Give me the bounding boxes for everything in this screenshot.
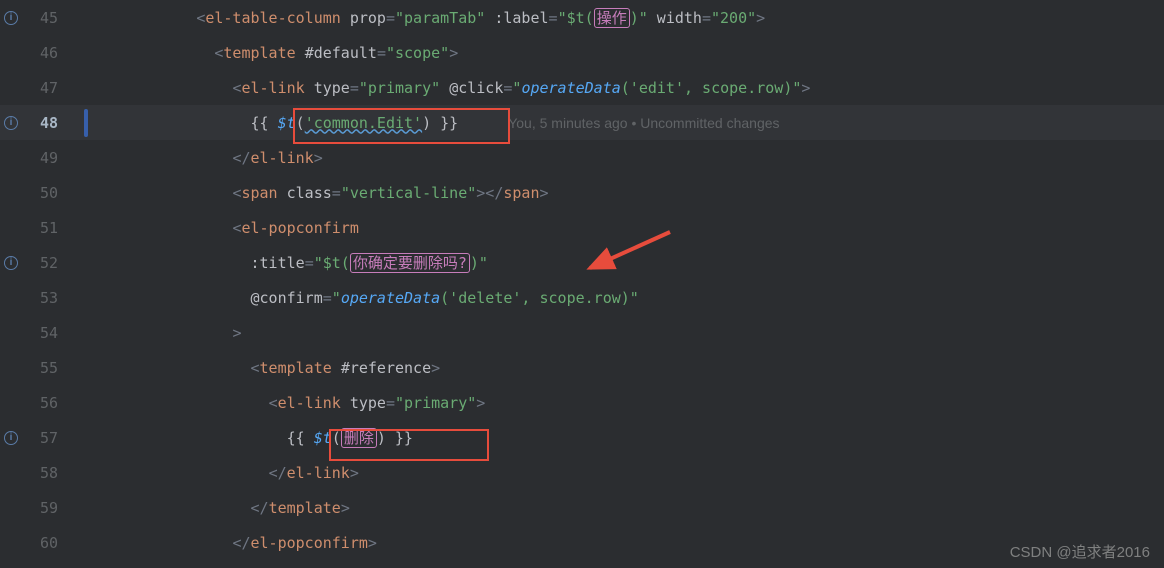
- line-content[interactable]: @confirm="operateData('delete', scope.ro…: [96, 289, 1164, 307]
- line-number[interactable]: 47: [22, 79, 76, 97]
- line-number[interactable]: 56: [22, 394, 76, 412]
- change-marker: [84, 109, 88, 137]
- line-number[interactable]: 48: [22, 114, 76, 132]
- gutter-icon-slot: i: [0, 11, 22, 25]
- line-number[interactable]: 60: [22, 534, 76, 552]
- code-line[interactable]: 54 >: [0, 315, 1164, 350]
- line-content[interactable]: >: [96, 324, 1164, 342]
- line-number[interactable]: 51: [22, 219, 76, 237]
- line-number[interactable]: 52: [22, 254, 76, 272]
- line-content[interactable]: </el-link>: [96, 464, 1164, 482]
- line-number[interactable]: 53: [22, 289, 76, 307]
- gutter-icon-slot: i: [0, 431, 22, 445]
- code-line[interactable]: 55 <template #reference>: [0, 350, 1164, 385]
- line-content[interactable]: {{ $t('common.Edit') }}You, 5 minutes ag…: [96, 114, 1164, 132]
- info-icon[interactable]: i: [4, 116, 18, 130]
- gutter-icon-slot: i: [0, 256, 22, 270]
- line-content[interactable]: <template #default="scope">: [96, 44, 1164, 62]
- line-content[interactable]: </el-link>: [96, 149, 1164, 167]
- code-line[interactable]: 60 </el-popconfirm>: [0, 525, 1164, 560]
- info-icon[interactable]: i: [4, 11, 18, 25]
- code-editor[interactable]: i 45 <el-table-column prop="paramTab" :la…: [0, 0, 1164, 568]
- change-marker-slot: [76, 109, 96, 137]
- watermark: CSDN @追求者2016: [1010, 541, 1150, 562]
- git-blame-annotation[interactable]: You, 5 minutes ago • Uncommitted changes: [458, 115, 779, 131]
- line-number[interactable]: 54: [22, 324, 76, 342]
- code-line[interactable]: 49 </el-link>: [0, 140, 1164, 175]
- line-content[interactable]: <span class="vertical-line"></span>: [96, 184, 1164, 202]
- code-line[interactable]: 56 <el-link type="primary">: [0, 385, 1164, 420]
- info-icon[interactable]: i: [4, 431, 18, 445]
- line-number[interactable]: 57: [22, 429, 76, 447]
- line-number[interactable]: 50: [22, 184, 76, 202]
- code-line[interactable]: 47 <el-link type="primary" @click="opera…: [0, 70, 1164, 105]
- code-line[interactable]: i 57 {{ $t(删除) }}: [0, 420, 1164, 455]
- line-content[interactable]: <el-table-column prop="paramTab" :label=…: [96, 7, 1164, 28]
- code-line[interactable]: i 45 <el-table-column prop="paramTab" :la…: [0, 0, 1164, 35]
- line-content[interactable]: </el-popconfirm>: [96, 534, 1164, 552]
- code-line[interactable]: 59 </template>: [0, 490, 1164, 525]
- line-content[interactable]: <el-popconfirm: [96, 219, 1164, 237]
- line-number[interactable]: 59: [22, 499, 76, 517]
- gutter-icon-slot: i: [0, 116, 22, 130]
- line-content[interactable]: <el-link type="primary" @click="operateD…: [96, 79, 1164, 97]
- code-line[interactable]: 58 </el-link>: [0, 455, 1164, 490]
- code-line[interactable]: i 52 :title="$t(你确定要删除吗?)": [0, 245, 1164, 280]
- line-number[interactable]: 46: [22, 44, 76, 62]
- line-content[interactable]: </template>: [96, 499, 1164, 517]
- code-line[interactable]: 50 <span class="vertical-line"></span>: [0, 175, 1164, 210]
- line-content[interactable]: <el-link type="primary">: [96, 394, 1164, 412]
- line-number[interactable]: 58: [22, 464, 76, 482]
- code-line[interactable]: 46 <template #default="scope">: [0, 35, 1164, 70]
- line-content[interactable]: {{ $t(删除) }}: [96, 427, 1164, 448]
- info-icon[interactable]: i: [4, 256, 18, 270]
- code-line[interactable]: i 48 {{ $t('common.Edit') }}You, 5 minute…: [0, 105, 1164, 140]
- code-line[interactable]: 53 @confirm="operateData('delete', scope…: [0, 280, 1164, 315]
- line-number[interactable]: 55: [22, 359, 76, 377]
- line-number[interactable]: 45: [22, 9, 76, 27]
- code-line[interactable]: 51 <el-popconfirm: [0, 210, 1164, 245]
- line-content[interactable]: <template #reference>: [96, 359, 1164, 377]
- line-number[interactable]: 49: [22, 149, 76, 167]
- line-content[interactable]: :title="$t(你确定要删除吗?)": [96, 252, 1164, 273]
